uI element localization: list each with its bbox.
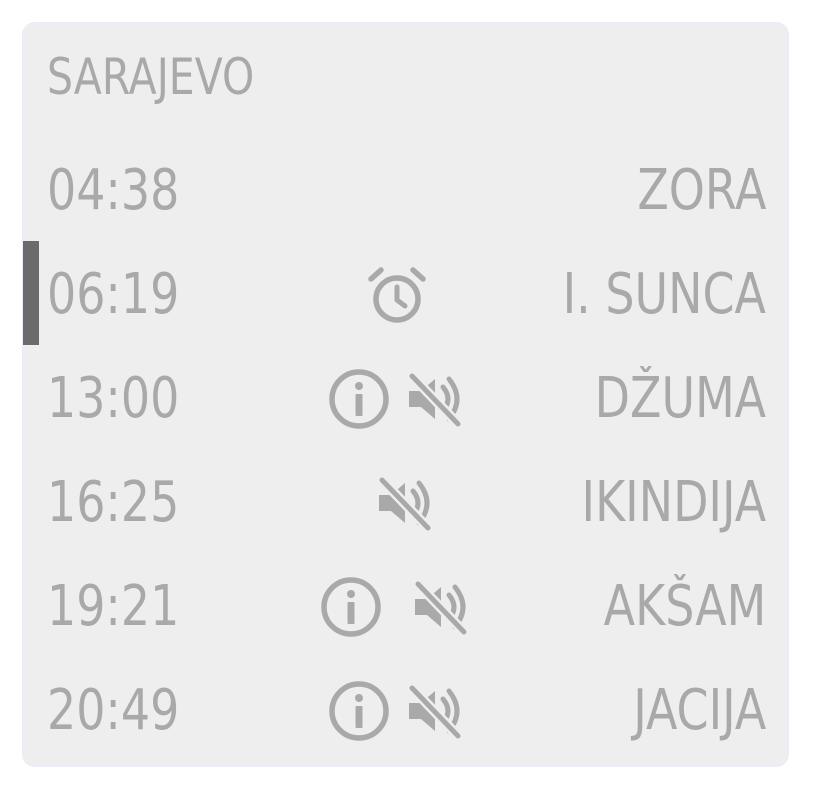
info-icon[interactable] bbox=[327, 679, 391, 743]
prayer-row-aksam[interactable]: 19:21 AKŠAM bbox=[23, 553, 788, 657]
prayer-time: 19:21 bbox=[47, 574, 180, 639]
muted-speaker-icon[interactable] bbox=[403, 679, 467, 743]
prayer-times-widget: SARAJEVO 04:38 ZORA 06:19 I. SUNCA 13:00 bbox=[23, 23, 788, 766]
alarm-icon[interactable] bbox=[365, 263, 429, 327]
prayer-name: JACIJA bbox=[632, 678, 766, 743]
info-icon[interactable] bbox=[327, 367, 391, 431]
prayer-row-sunrise[interactable]: 06:19 I. SUNCA bbox=[23, 241, 788, 345]
prayer-time: 16:25 bbox=[47, 470, 180, 535]
prayer-time: 04:38 bbox=[47, 158, 180, 223]
prayer-name: IKINDIJA bbox=[581, 470, 766, 535]
prayer-time: 20:49 bbox=[47, 678, 180, 743]
prayer-time: 06:19 bbox=[47, 262, 180, 327]
info-icon[interactable] bbox=[319, 575, 383, 639]
current-prayer-indicator bbox=[23, 241, 39, 345]
city-name: SARAJEVO bbox=[47, 48, 255, 106]
prayer-row-jacija[interactable]: 20:49 JACIJA bbox=[23, 657, 788, 761]
prayer-name: ZORA bbox=[636, 158, 766, 223]
prayer-name: I. SUNCA bbox=[562, 262, 766, 327]
muted-speaker-icon[interactable] bbox=[403, 367, 467, 431]
prayer-name: AKŠAM bbox=[603, 574, 766, 639]
prayer-row-zora[interactable]: 04:38 ZORA bbox=[23, 137, 788, 241]
prayer-time: 13:00 bbox=[47, 366, 180, 431]
muted-speaker-icon[interactable] bbox=[373, 471, 437, 535]
muted-speaker-icon[interactable] bbox=[409, 575, 473, 639]
prayer-row-dzuma[interactable]: 13:00 DŽUMA bbox=[23, 345, 788, 449]
prayer-name: DŽUMA bbox=[594, 366, 766, 431]
prayer-row-ikindija[interactable]: 16:25 IKINDIJA bbox=[23, 449, 788, 553]
